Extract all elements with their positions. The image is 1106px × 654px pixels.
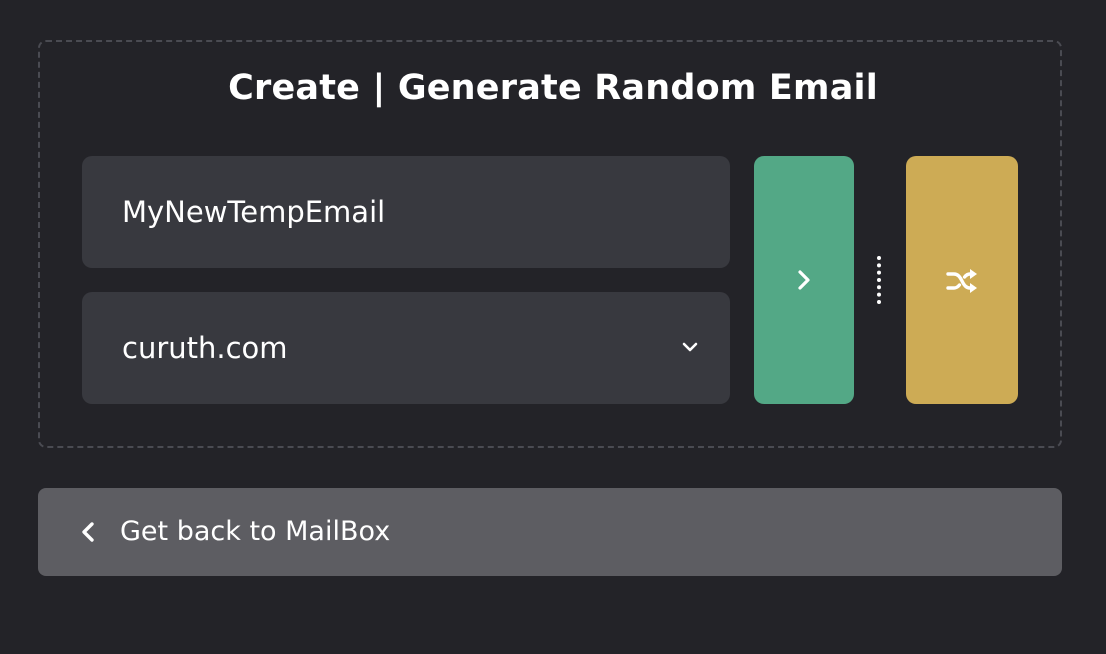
chevron-down-icon — [678, 335, 702, 359]
create-email-page: Create | Generate Random Email curuth.co… — [0, 0, 1106, 654]
domain-select[interactable]: curuth.com — [82, 292, 730, 404]
email-name-input[interactable] — [82, 156, 730, 268]
page-title: Create | Generate Random Email — [228, 68, 878, 108]
back-to-mailbox-button[interactable]: Get back to MailBox — [38, 488, 1062, 576]
button-divider — [877, 256, 881, 304]
create-email-button[interactable] — [754, 156, 854, 404]
shuffle-icon — [946, 269, 977, 293]
chevron-right-icon — [798, 270, 810, 290]
email-name-field[interactable] — [82, 156, 730, 268]
domain-select-value: curuth.com — [122, 331, 288, 365]
random-email-button[interactable] — [906, 156, 1018, 404]
back-to-mailbox-label: Get back to MailBox — [120, 516, 391, 547]
chevron-left-icon — [82, 522, 94, 542]
